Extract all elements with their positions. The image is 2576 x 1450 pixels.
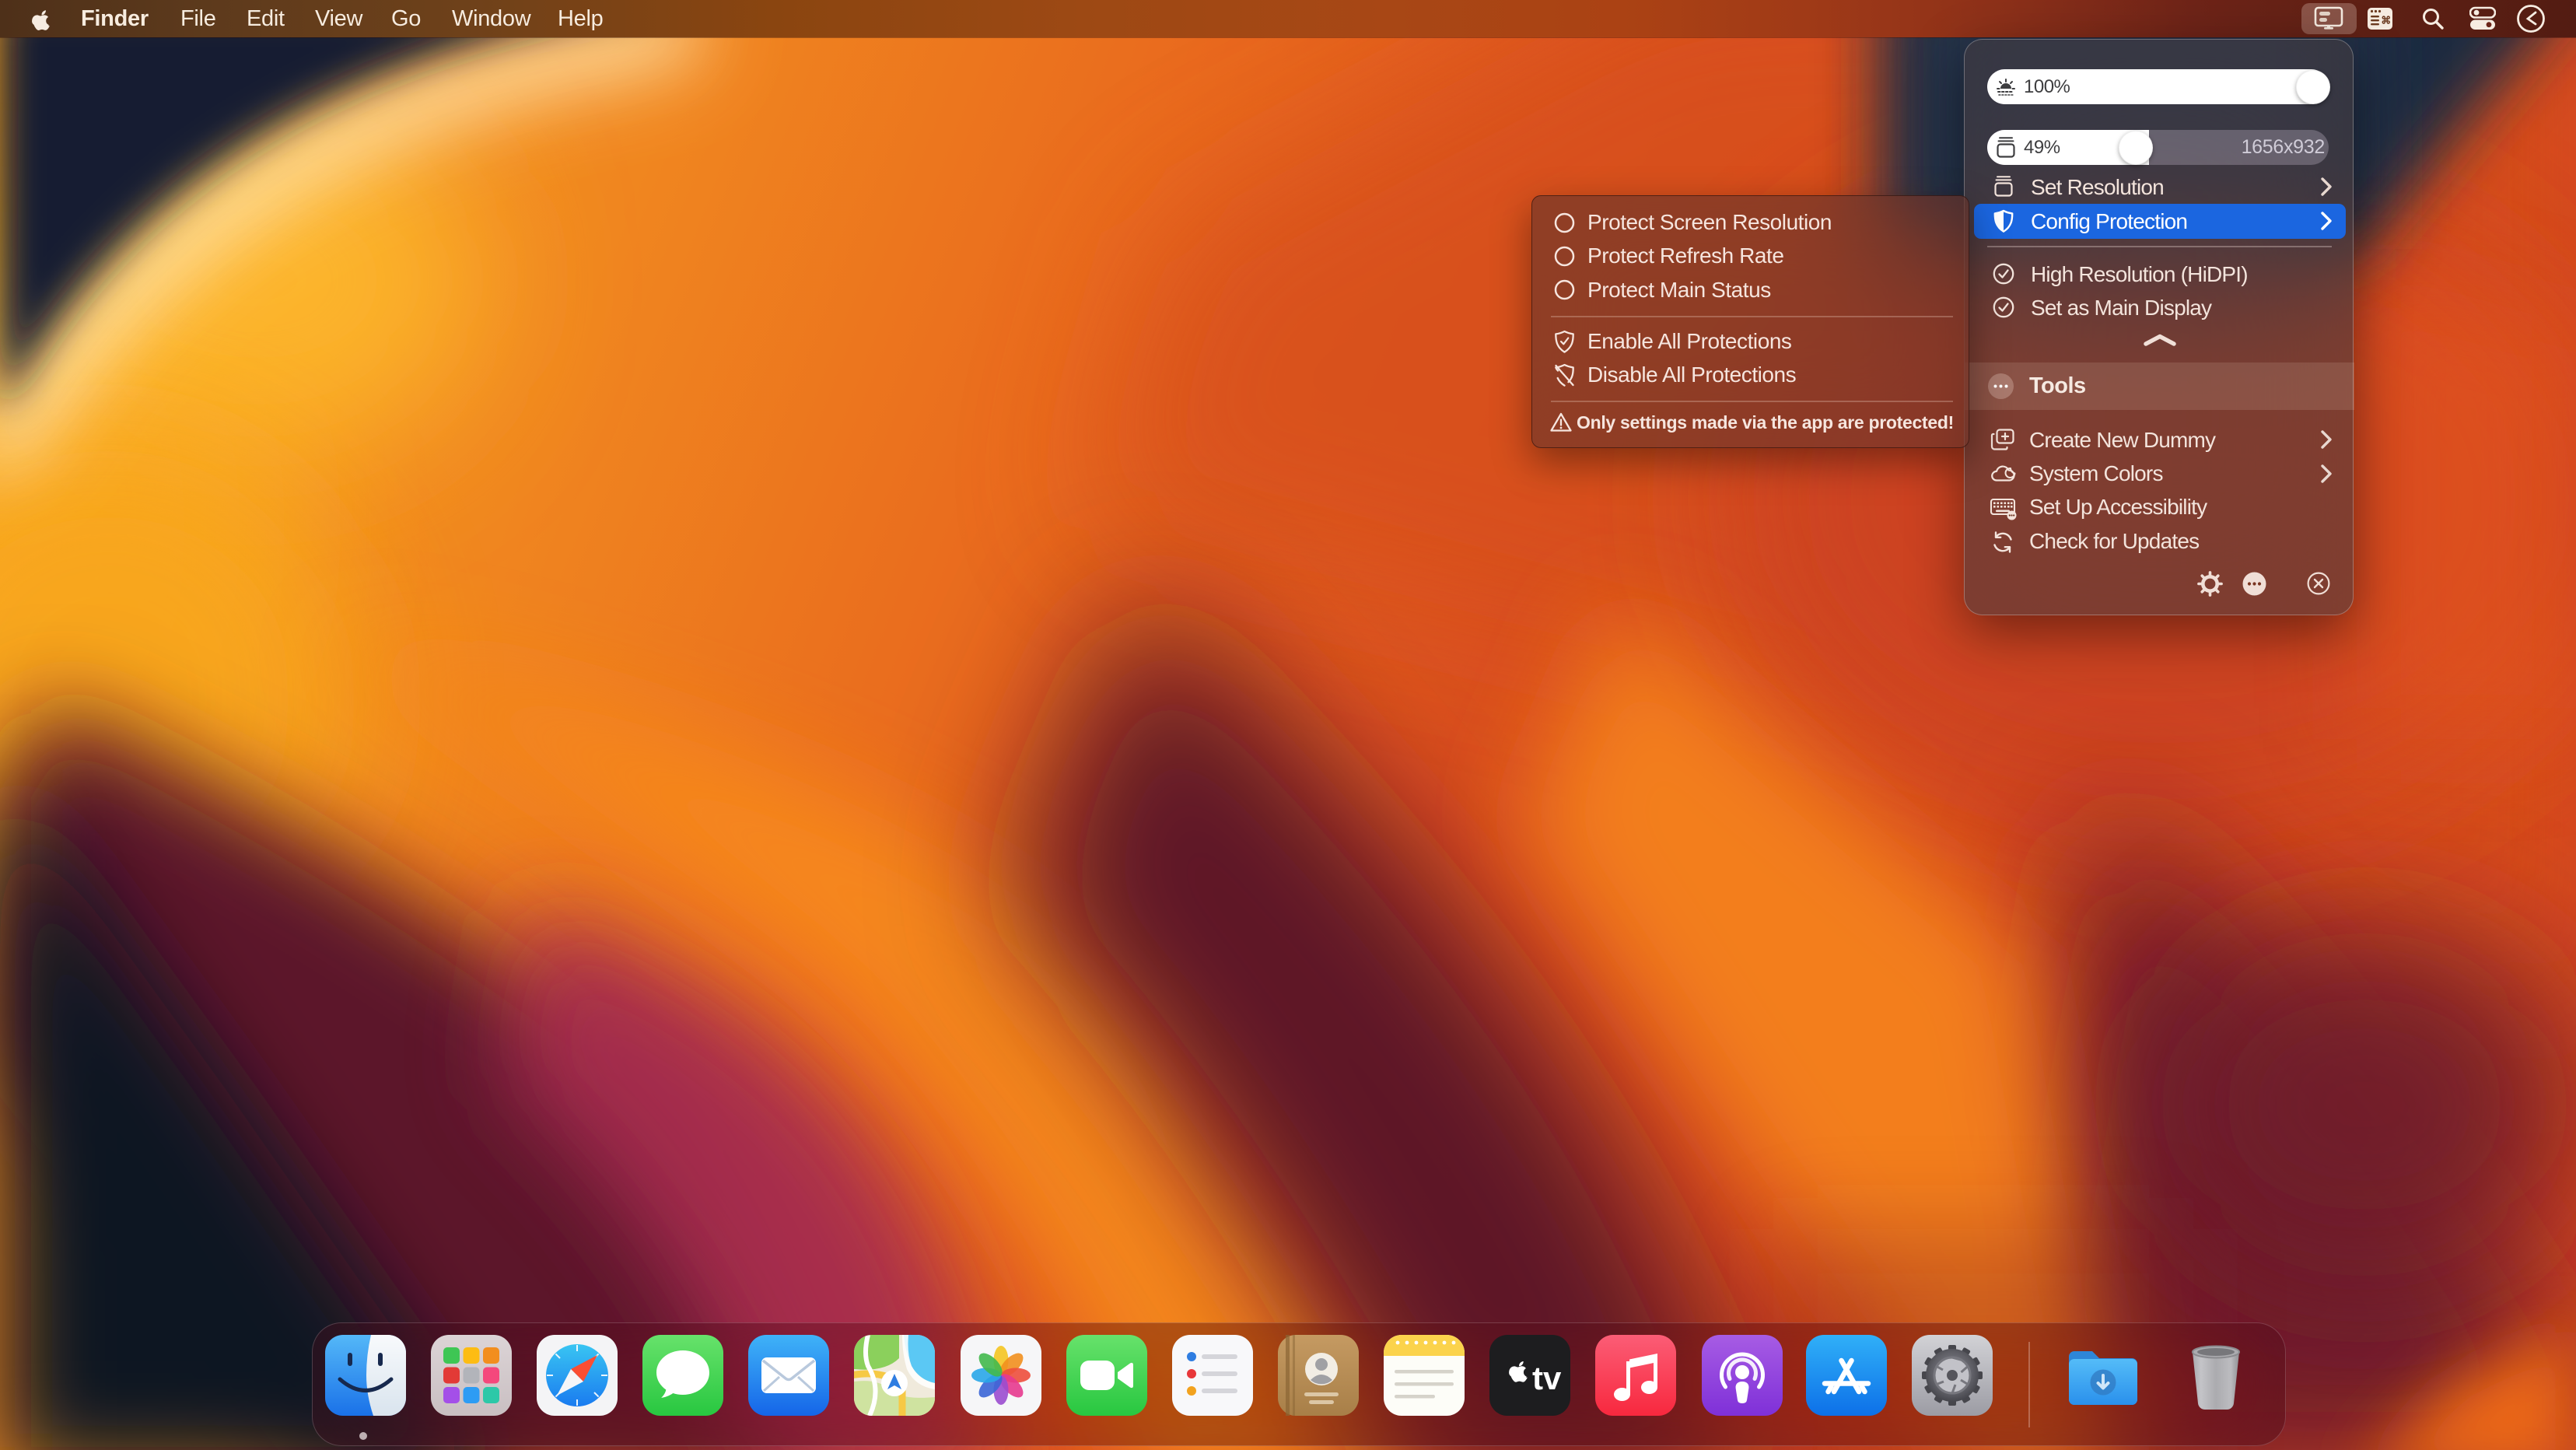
svg-text:tv: tv — [1532, 1360, 1562, 1396]
svg-text:⌘: ⌘ — [2381, 15, 2391, 26]
